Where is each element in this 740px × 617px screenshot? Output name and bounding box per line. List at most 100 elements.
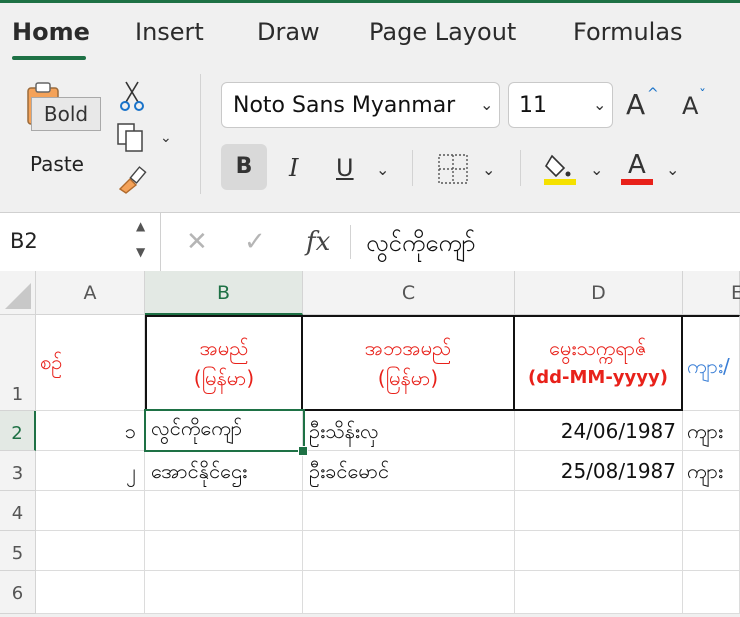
row-header-1[interactable]: 1 (0, 315, 36, 411)
chevron-down-icon: ⌄ (480, 95, 494, 114)
column-header-d[interactable]: D (515, 271, 683, 315)
caret-down-icon: ˇ (699, 88, 706, 104)
cell-d2[interactable]: 24/06/1987 (515, 411, 683, 451)
underline-chevron-down-icon[interactable]: ⌄ (376, 160, 389, 179)
formula-separator (350, 225, 351, 259)
tab-home[interactable]: Home (12, 18, 90, 46)
font-color-button[interactable]: A (621, 148, 655, 186)
cell-c2[interactable]: ဦးသိန်းလှ (303, 411, 515, 451)
borders-icon[interactable] (438, 154, 468, 184)
underline-button[interactable]: U (336, 154, 354, 182)
cell-d1-line1: မွေးသက္ကရာဇ် (549, 336, 647, 360)
cell-e1[interactable]: ကျား/ (683, 315, 740, 411)
cell-c6[interactable] (303, 571, 515, 614)
cell-d5[interactable] (515, 531, 683, 571)
cell-c1-line1: အဘအမည် (364, 336, 452, 360)
insert-function-button[interactable]: fx (306, 227, 330, 257)
row-header-3[interactable]: 3 (0, 451, 36, 491)
cell-a3[interactable]: ၂ (36, 451, 145, 491)
cell-d1[interactable]: မွေးသက္ကရာဇ် (dd-MM-yyyy) (515, 315, 683, 411)
active-tab-indicator (12, 56, 86, 60)
cell-b1-line1: အမည် (199, 336, 249, 360)
corner-triangle-icon (4, 283, 31, 309)
caret-up-icon: ^ (647, 86, 659, 102)
cell-b1-line2: (မြန်မာ) (193, 366, 255, 390)
fill-color-icon[interactable] (542, 150, 578, 186)
cell-e3[interactable]: ကျား (683, 451, 740, 491)
column-header-e[interactable]: E (683, 271, 740, 315)
cell-d3[interactable]: 25/08/1987 (515, 451, 683, 491)
grow-font-icon: A (626, 88, 646, 121)
window-accent-line (0, 0, 740, 3)
cell-c3[interactable]: ဦးခင်မောင် (303, 451, 515, 491)
stepper-down-icon[interactable]: ▼ (136, 245, 145, 259)
column-header-b[interactable]: B (145, 271, 303, 315)
row-header-5[interactable]: 5 (0, 531, 36, 571)
cut-icon[interactable] (118, 80, 146, 112)
font-size-dropdown[interactable]: 11 ⌄ (508, 82, 613, 128)
copy-chevron-down-icon[interactable]: ⌄ (160, 130, 172, 146)
cell-b2[interactable]: လွင်ကိုကျော် (145, 411, 303, 451)
cell-e5[interactable] (683, 531, 740, 571)
stepper-up-icon[interactable]: ▲ (136, 219, 145, 233)
format-painter-icon[interactable] (116, 165, 150, 195)
paste-label[interactable]: Paste (30, 152, 84, 176)
row-header-2[interactable]: 2 (0, 411, 36, 451)
formula-bar: B2 ▲ ▼ ✕ ✓ fx လွင်ကိုကျော် (0, 212, 740, 272)
column-header-c[interactable]: C (303, 271, 515, 315)
chevron-down-icon: ⌄ (593, 95, 607, 114)
cell-a1[interactable]: စဉ် (36, 315, 145, 411)
font-name-dropdown[interactable]: Noto Sans Myanmar ⌄ (221, 82, 500, 128)
cell-a6[interactable] (36, 571, 145, 614)
cell-b5[interactable] (145, 531, 303, 571)
tab-draw[interactable]: Draw (257, 18, 320, 46)
cancel-icon[interactable]: ✕ (186, 227, 208, 257)
shrink-font-icon: A (682, 92, 699, 120)
column-header-a[interactable]: A (36, 271, 145, 315)
fill-color-swatch (544, 179, 576, 185)
cell-b1[interactable]: အမည် (မြန်မာ) (145, 315, 303, 411)
copy-icon[interactable] (115, 122, 151, 154)
grow-font-button[interactable]: A ^ (626, 86, 659, 121)
cell-a5[interactable] (36, 531, 145, 571)
ribbon-separator (200, 74, 201, 194)
cell-e6[interactable] (683, 571, 740, 614)
ribbon-separator (520, 150, 521, 186)
cell-e1-text: ကျား/ (687, 354, 730, 378)
cell-c1-line2: (မြန်မာ) (377, 366, 439, 390)
ribbon-separator (412, 150, 413, 186)
tab-page-layout[interactable]: Page Layout (369, 18, 516, 46)
cell-e4[interactable] (683, 491, 740, 531)
cell-d4[interactable] (515, 491, 683, 531)
tab-formulas[interactable]: Formulas (573, 18, 683, 46)
cell-d6[interactable] (515, 571, 683, 614)
cell-d1-line2: (dd-MM-yyyy) (528, 367, 668, 388)
cell-c4[interactable] (303, 491, 515, 531)
font-color-icon: A (628, 150, 646, 180)
cell-c1[interactable]: အဘအမည် (မြန်မာ) (303, 315, 515, 411)
cell-b6[interactable] (145, 571, 303, 614)
borders-chevron-down-icon[interactable]: ⌄ (482, 160, 495, 179)
cell-e2[interactable]: ကျား (683, 411, 740, 451)
cell-a2[interactable]: ၁ (36, 411, 145, 451)
formula-input[interactable]: လွင်ကိုကျော် (366, 227, 475, 263)
cell-c5[interactable] (303, 531, 515, 571)
cell-b4[interactable] (145, 491, 303, 531)
bold-button[interactable]: B (221, 144, 267, 190)
name-box-value: B2 (10, 229, 38, 253)
ribbon-tabs: Home Insert Draw Page Layout Formulas (0, 14, 740, 60)
cell-b3[interactable]: အောင်နိုင်ဌေး (145, 451, 303, 491)
italic-button[interactable]: I (289, 154, 298, 182)
row-header-4[interactable]: 4 (0, 491, 36, 531)
font-color-chevron-down-icon[interactable]: ⌄ (666, 160, 679, 179)
fill-color-chevron-down-icon[interactable]: ⌄ (590, 160, 603, 179)
cell-a4[interactable] (36, 491, 145, 531)
shrink-font-button[interactable]: A ˇ (682, 88, 706, 120)
row-header-6[interactable]: 6 (0, 571, 36, 614)
font-name-value: Noto Sans Myanmar (233, 93, 456, 118)
select-all-corner[interactable] (0, 271, 36, 315)
name-box[interactable]: B2 ▲ ▼ (0, 213, 161, 271)
fill-handle[interactable] (298, 446, 308, 456)
tab-insert[interactable]: Insert (135, 18, 204, 46)
enter-icon[interactable]: ✓ (244, 227, 266, 257)
